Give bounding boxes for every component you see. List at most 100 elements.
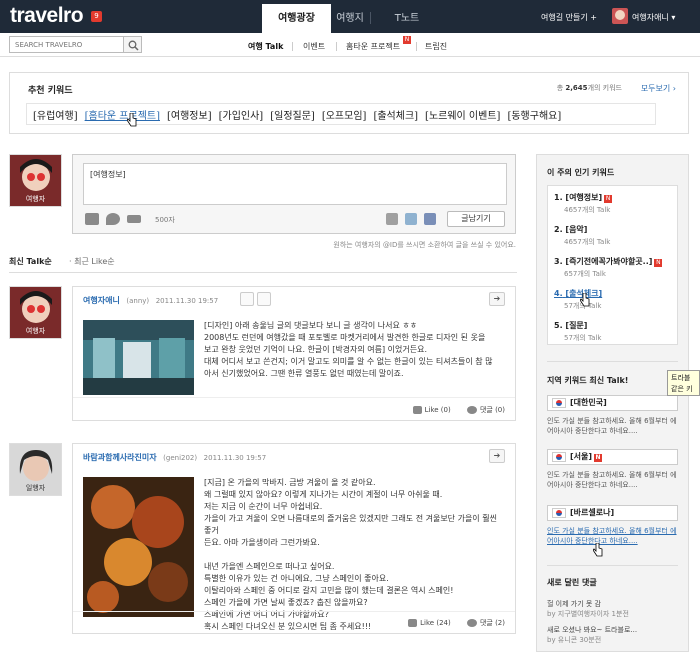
- travelro-logo[interactable]: travelro: [10, 4, 84, 28]
- avatar-label: 여행자: [25, 195, 46, 203]
- talk-post: 바람과함께사라진미자 (geni202) 2011.11.30 19:57 ➔ …: [72, 443, 516, 634]
- region-talk-preview[interactable]: 인도 가실 분들 참고하세요. 올해 6월부터 에어아시아 중단한다고 하네요.…: [547, 470, 678, 490]
- sort-latest-talk[interactable]: 최신 Talk순: [9, 257, 52, 266]
- sort-recent-like[interactable]: 최근 Like순: [74, 257, 115, 266]
- keyword-offline-meetup[interactable]: [오프모임]: [322, 107, 367, 122]
- user-avatar[interactable]: [612, 8, 628, 24]
- keyword-norway-event[interactable]: [노르웨이 이벤트]: [425, 107, 500, 122]
- subnav-tripzine[interactable]: 트립진: [425, 41, 447, 52]
- forward-icon[interactable]: ➔: [489, 292, 505, 306]
- popular-keyword-item[interactable]: 2. [음악] 4657개의 Talk: [554, 224, 610, 247]
- market-photo: [83, 320, 194, 395]
- divider: [547, 361, 678, 362]
- tooltip: 트라블 같은 키: [667, 370, 700, 396]
- heart-icon: [408, 619, 418, 627]
- camera-icon[interactable]: [85, 213, 99, 225]
- comment-button[interactable]: 댓글 (2): [480, 619, 505, 627]
- like-button[interactable]: Like (24): [420, 619, 451, 627]
- twitter-share-icon[interactable]: [405, 213, 417, 225]
- post-header: 바람과함께사라진미자 (geni202) 2011.11.30 19:57: [83, 452, 266, 463]
- region-keyword-barcelona[interactable]: [바르셀로나]: [547, 505, 678, 521]
- like-button[interactable]: Like (0): [425, 406, 451, 414]
- post-handle: (anny): [126, 297, 150, 305]
- subnav-events[interactable]: 이벤트: [303, 41, 325, 52]
- korea-flag-icon: [552, 508, 566, 518]
- tab-destinations[interactable]: 여행지: [331, 4, 369, 33]
- keyword-greetings[interactable]: [가입인사]: [219, 107, 264, 122]
- search-button[interactable]: [123, 36, 142, 53]
- talk-input[interactable]: [여행정보]: [83, 163, 507, 205]
- post-actions: Like (0) 댓글 (0): [412, 405, 505, 415]
- sort-separator: ·: [69, 257, 72, 266]
- talk-composer: [여행정보] 500자 글남기기: [72, 154, 516, 234]
- popular-keyword-item[interactable]: 1. [여행정보] N 4657개의 Talk: [554, 192, 613, 215]
- post-author[interactable]: 여행자애니: [83, 296, 120, 305]
- popular-keyword-item[interactable]: 4. [출석체크] 57개의 Talk: [554, 288, 602, 311]
- keyword-europe-travel[interactable]: [유럽여행]: [33, 107, 78, 122]
- keyword-hometown-project[interactable]: [홈타운 프로젝트]: [85, 107, 160, 122]
- talk-post: 여행자애니 (anny) 2011.11.30 19:57 ➔ [디자인] 아래…: [72, 286, 516, 421]
- popular-keyword-item[interactable]: 3. [즉기전에꼭가봐야할곳..] N 657개의 Talk: [554, 256, 663, 279]
- post-photo[interactable]: [83, 477, 194, 617]
- make-trip-link[interactable]: 여행길 만들기 +: [541, 12, 597, 23]
- hand-cursor-icon: [127, 113, 137, 127]
- hand-cursor-icon: [593, 543, 603, 557]
- forward-icon[interactable]: ➔: [489, 449, 505, 463]
- facebook-share-icon[interactable]: [424, 213, 436, 225]
- notification-badge[interactable]: 9: [91, 11, 102, 22]
- comment-icon: [466, 619, 477, 627]
- comment-button[interactable]: 댓글 (0): [480, 406, 505, 414]
- delete-icon[interactable]: [257, 292, 271, 306]
- keyword-companion-wanted[interactable]: [동행구해요]: [507, 107, 561, 122]
- location-icon[interactable]: [106, 213, 120, 225]
- composer-avatar[interactable]: 여행자: [9, 154, 62, 207]
- route-icon[interactable]: [127, 215, 141, 223]
- region-keyword-korea[interactable]: [대한민국]: [547, 395, 678, 411]
- new-comments-title: 새로 달린 댓글: [547, 578, 597, 587]
- post-avatar[interactable]: 일행자: [9, 443, 62, 496]
- tab-travel-plaza[interactable]: 여행광장: [262, 4, 331, 33]
- popular-keywords-list: 1. [여행정보] N 4657개의 Talk 2. [음악] 4657개의 Ta…: [547, 185, 678, 345]
- post-avatar[interactable]: 여행자: [9, 286, 62, 339]
- subnav-hometown-project[interactable]: 홈타운 프로젝트: [346, 41, 400, 52]
- tab-t-note[interactable]: T노트: [385, 4, 429, 33]
- popular-keyword-item[interactable]: 5. [질문] 57개의 Talk: [554, 320, 601, 343]
- post-photo[interactable]: [83, 320, 194, 395]
- me2day-share-icon[interactable]: [386, 213, 398, 225]
- avatar-label: 여행자: [25, 327, 46, 335]
- keyword-itinerary-question[interactable]: [일정질문]: [270, 107, 315, 122]
- new-badge: N: [604, 195, 613, 203]
- divider: [547, 565, 678, 566]
- region-talk-preview[interactable]: 인도 가실 분들 참고하세요. 올해 6월부터 에어아시아 중단한다고 하네요.…: [547, 416, 678, 436]
- search-input[interactable]: [9, 36, 124, 53]
- new-badge: N: [403, 36, 411, 44]
- post-time: 2011.11.30 19:57: [203, 454, 267, 462]
- korea-flag-icon: [552, 398, 566, 408]
- search-icon: [128, 40, 139, 51]
- view-all-keywords-link[interactable]: 모두보기 ›: [641, 83, 676, 94]
- character-count: 500자: [155, 216, 175, 224]
- recent-comment[interactable]: 헐 이제 가기 못 감 by 지구별여행자이자 1분전: [547, 599, 629, 619]
- sort-options: 최신 Talk순 · 최근 Like순: [9, 256, 115, 267]
- recommended-keywords-panel: 추천 키워드 총 2,645개의 키워드 모두보기 › [유럽여행] [홈타운 프…: [9, 72, 689, 134]
- top-navigation-bar: travelro 9 여행광장 여행지 T노트 여행길 만들기 + 여행자애니 …: [0, 0, 700, 33]
- divider: [73, 611, 515, 612]
- sidebar: 이 주의 인기 키워드 1. [여행정보] N 4657개의 Talk 2. [음…: [536, 154, 689, 652]
- avatar-label: 일행자: [25, 484, 46, 492]
- keyword-attendance[interactable]: [출석체크]: [373, 107, 418, 122]
- tab-divider: [370, 12, 371, 24]
- keyword-travel-info[interactable]: [여행정보]: [167, 107, 212, 122]
- region-keyword-seoul[interactable]: [서울] N: [547, 449, 678, 465]
- post-author[interactable]: 바람과함께사라진미자: [83, 453, 157, 462]
- edit-icon[interactable]: [240, 292, 254, 306]
- region-keywords-title: 지역 키워드 최신 Talk!: [547, 376, 629, 385]
- autumn-leaves-photo: [83, 477, 194, 617]
- recent-comment[interactable]: 새로 오셨나 봐요~ 트라블로... by 유니콘 30분전: [547, 625, 637, 645]
- post-button[interactable]: 글남기기: [447, 211, 505, 227]
- korea-flag-icon: [552, 452, 566, 462]
- subnav-divider: [292, 42, 293, 51]
- user-menu[interactable]: 여행자애니 ▾: [632, 12, 675, 23]
- composer-hint: 원하는 여행자의 @ID를 쓰시면 소환하여 글을 쓰실 수 있어요.: [333, 241, 516, 249]
- subnav-travel-talk[interactable]: 여행 Talk: [248, 41, 283, 52]
- region-talk-preview[interactable]: 인도 가실 분들 참고하세요. 올해 6월부터 에어아시아 중단한다고 하네요.…: [547, 526, 678, 546]
